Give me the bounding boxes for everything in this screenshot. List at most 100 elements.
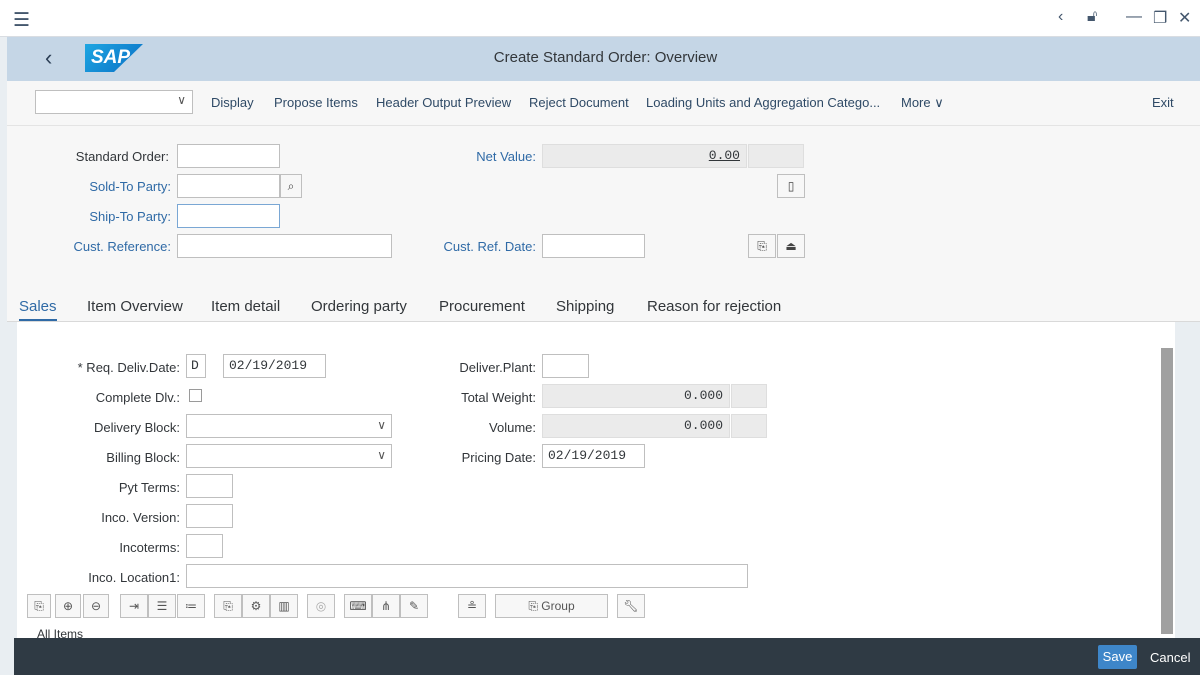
restore-icon[interactable]: ❐ [1153, 8, 1167, 28]
remove-icon[interactable]: ⊖ [83, 594, 109, 618]
lock-icon[interactable]: 🔓︎ [1087, 8, 1097, 26]
volume-unit-field [731, 414, 767, 438]
display-button[interactable]: Display [211, 95, 254, 110]
req-deliv-date-input[interactable]: 02/19/2019 [223, 354, 326, 378]
complete-dlv-checkbox[interactable] [189, 389, 202, 402]
tab-shipping[interactable]: Shipping [556, 298, 614, 315]
stack-icon[interactable]: ≗ [458, 594, 486, 618]
indent-icon[interactable]: ⇥ [120, 594, 148, 618]
volume-field: 0.000 [542, 414, 730, 438]
tab-item-overview[interactable]: Item Overview [87, 298, 183, 315]
req-deliv-period-input[interactable]: D [186, 354, 206, 378]
tab-procurement[interactable]: Procurement [439, 298, 525, 315]
stamp-icon[interactable]: ⏏ [777, 234, 805, 258]
inco-location1-label: Inco. Location1: [88, 570, 180, 585]
document-settings-icon[interactable]: ⚙ [242, 594, 270, 618]
minimize-icon[interactable]: — [1126, 8, 1142, 26]
chevron-down-icon: ∨ [377, 419, 386, 433]
propose-items-button[interactable]: Propose Items [274, 95, 358, 110]
total-weight-label: Total Weight: [461, 390, 536, 405]
pricing-date-input[interactable]: 02/19/2019 [542, 444, 645, 468]
shell-bar: ☰ ‹ 🔓︎ — ❐ ✕ [0, 0, 1200, 37]
inco-version-input[interactable] [186, 504, 233, 528]
bullet-list-icon[interactable]: ≔ [177, 594, 205, 618]
add-icon[interactable]: ⊕ [55, 594, 81, 618]
pyt-terms-input[interactable] [186, 474, 233, 498]
incoterms-input[interactable] [186, 534, 223, 558]
chevron-down-icon: ∨ [934, 95, 944, 110]
standard-order-label: Standard Order: [75, 149, 169, 164]
details-icon[interactable]: ⎘ [27, 594, 51, 618]
more-button[interactable]: More ∨ [901, 95, 944, 111]
deliver-plant-input[interactable] [542, 354, 589, 378]
inco-location1-input[interactable] [186, 564, 748, 588]
net-value-currency-field [748, 144, 804, 168]
app-header: ‹ SAP Create Standard Order: Overview [7, 37, 1200, 81]
coins-icon[interactable]: ◎ [307, 594, 335, 618]
tab-sales[interactable]: Sales [19, 298, 57, 321]
net-value-amount: 0.00 [708, 148, 740, 163]
total-weight-unit-field [731, 384, 767, 408]
tab-strip: Sales Item Overview Item detail Ordering… [7, 294, 1200, 322]
sold-to-party-input[interactable] [177, 174, 280, 198]
more-label: More [901, 95, 931, 110]
pricing-date-label: Pricing Date: [461, 450, 536, 465]
document-chart-icon[interactable]: ▥ [270, 594, 298, 618]
page-title: Create Standard Order: Overview [493, 49, 718, 66]
wrench-icon[interactable]: 🔧︎ [617, 594, 645, 618]
tab-item-detail[interactable]: Item detail [211, 298, 280, 315]
vertical-scrollbar[interactable] [1161, 348, 1173, 634]
reject-document-button[interactable]: Reject Document [529, 95, 629, 110]
exit-button[interactable]: Exit [1152, 95, 1174, 110]
net-value-field: 0.00 [542, 144, 747, 168]
hamburger-icon[interactable]: ☰ [13, 9, 30, 32]
keyboard-icon[interactable]: ⌨ [344, 594, 372, 618]
chevron-down-icon: ∨ [177, 93, 186, 107]
sales-panel: * Req. Deliv.Date: D 02/19/2019 Complete… [17, 322, 1175, 638]
cust-reference-label[interactable]: Cust. Reference: [47, 239, 171, 254]
chevron-down-icon: ∨ [377, 449, 386, 463]
ship-to-party-label[interactable]: Ship-To Party: [47, 209, 171, 224]
delivery-block-select[interactable]: ∨ [186, 414, 392, 438]
volume-label: Volume: [489, 420, 536, 435]
loading-units-button[interactable]: Loading Units and Aggregation Catego... [646, 95, 880, 110]
value-help-search-icon[interactable]: ⌕ [280, 174, 302, 198]
footer-bar: Save Cancel [14, 638, 1200, 675]
tab-ordering-party[interactable]: Ordering party [311, 298, 407, 315]
document-icon[interactable]: ▯ [777, 174, 805, 198]
toolbar: ∨ Display Propose Items Header Output Pr… [7, 81, 1200, 126]
order-header-form: Standard Order: Sold-To Party: ⌕ Ship-To… [7, 126, 1200, 294]
save-button[interactable]: Save [1098, 645, 1137, 669]
delivery-block-label: Delivery Block: [94, 420, 180, 435]
chevron-left-icon[interactable]: ‹ [1058, 8, 1063, 26]
group-button-label: Group [541, 599, 575, 613]
cancel-button[interactable]: Cancel [1150, 650, 1190, 665]
billing-block-label: Billing Block: [106, 450, 180, 465]
pyt-terms-label: Pyt Terms: [118, 480, 180, 495]
sold-to-party-label[interactable]: Sold-To Party: [47, 179, 171, 194]
incoterms-label: Incoterms: [119, 540, 180, 555]
group-button[interactable]: ⎘ Group [495, 594, 608, 618]
deliver-plant-label: Deliver.Plant: [459, 360, 536, 375]
checklist-icon[interactable]: ☰ [148, 594, 176, 618]
inco-version-label: Inco. Version: [101, 510, 180, 525]
complete-dlv-label: Complete Dlv.: [95, 390, 180, 405]
cust-reference-input[interactable] [177, 234, 392, 258]
tree-icon[interactable]: ⋔ [372, 594, 400, 618]
tab-reason-for-rejection[interactable]: Reason for rejection [647, 298, 781, 315]
document-search-icon[interactable]: ⎘ [214, 594, 242, 618]
action-dropdown[interactable]: ∨ [35, 90, 193, 114]
net-value-label[interactable]: Net Value: [427, 149, 536, 164]
total-weight-field: 0.000 [542, 384, 730, 408]
document-search-icon[interactable]: ⎘ [748, 234, 776, 258]
billing-block-select[interactable]: ∨ [186, 444, 392, 468]
header-output-preview-button[interactable]: Header Output Preview [376, 95, 511, 110]
document-edit-icon[interactable]: ✎ [400, 594, 428, 618]
req-deliv-date-label: * Req. Deliv.Date: [77, 360, 180, 375]
standard-order-input[interactable] [177, 144, 280, 168]
cust-ref-date-label[interactable]: Cust. Ref. Date: [427, 239, 536, 254]
close-icon[interactable]: ✕ [1178, 8, 1191, 28]
group-icon: ⎘ [528, 599, 538, 613]
ship-to-party-input[interactable] [177, 204, 280, 228]
cust-ref-date-input[interactable] [542, 234, 645, 258]
